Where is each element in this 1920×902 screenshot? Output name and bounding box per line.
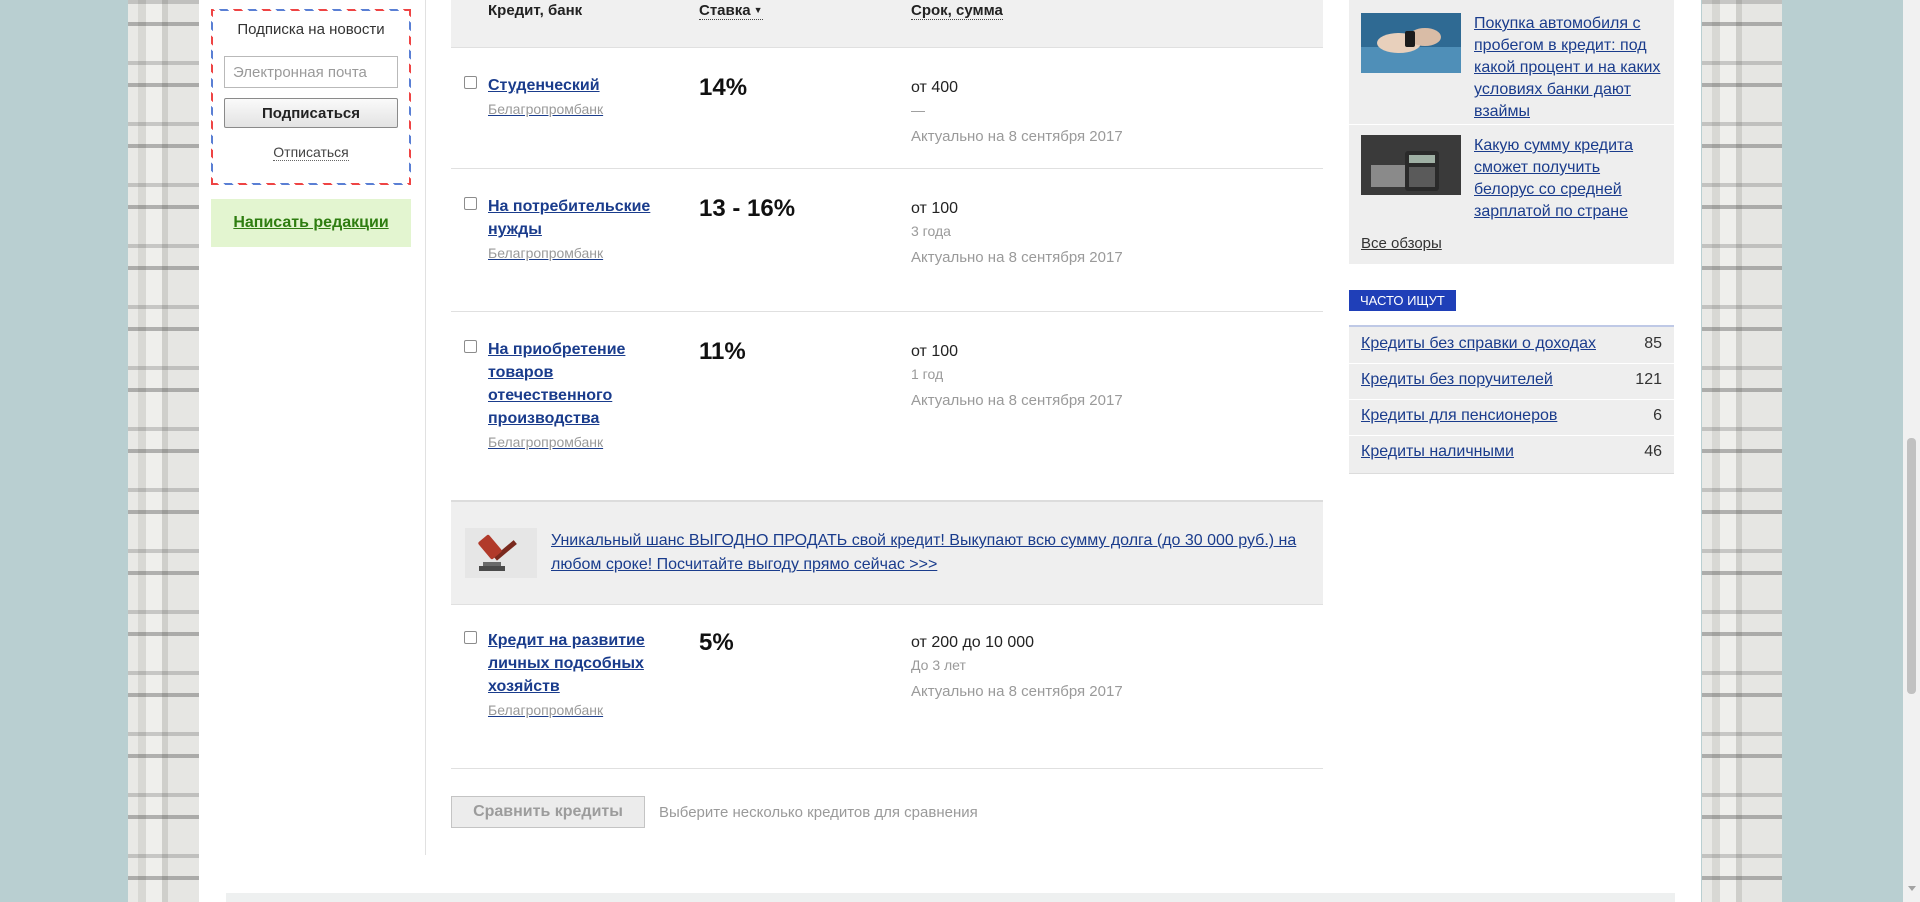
often-link[interactable]: Кредиты без поручителей [1361, 371, 1553, 389]
table-row: На приобретение товаров отечественного п… [451, 312, 1323, 499]
scrollbar-thumb[interactable] [1907, 438, 1916, 694]
credit-amount: от 100 [911, 200, 959, 217]
credit-name-link[interactable]: Кредит на развитие личных подсобных хозя… [488, 632, 645, 695]
review-thumbnail-car-keys[interactable] [1361, 13, 1461, 73]
actual-date: Актуально на 8 сентября 2017 [911, 249, 1123, 266]
credit-name-link[interactable]: На потребительские нужды [488, 198, 650, 238]
newsletter-subscribe-box: Подписка на новости Подписаться Отписать… [211, 9, 411, 185]
credit-rate: 14% [699, 74, 748, 101]
credit-terms: от 100 3 года Актуально на 8 сентября 20… [911, 197, 1123, 269]
often-searched-badge: Часто ищут [1349, 290, 1456, 311]
review-thumbnail-calculator[interactable] [1361, 135, 1461, 195]
email-input[interactable] [224, 56, 398, 88]
unsubscribe-link[interactable]: Отписаться [273, 144, 349, 161]
list-item: Кредиты без поручителей 121 [1349, 363, 1674, 400]
vertical-scrollbar[interactable] [1903, 0, 1920, 902]
credit-terms: от 400 — Актуально на 8 сентября 2017 [911, 76, 1123, 148]
credits-table: Кредит, банк Ставка ▼ Срок, сумма Студенч… [451, 0, 1323, 855]
background-birch-left [128, 0, 208, 902]
bank-name: Белагропромбанк [488, 702, 604, 718]
often-link[interactable]: Кредиты наличными [1361, 443, 1514, 461]
write-editor-box: Написать редакции [211, 199, 411, 247]
review-item: Покупка автомобиля с пробегом в кредит: … [1361, 13, 1666, 123]
page: Подписка на новости Подписаться Отписать… [199, 0, 1701, 902]
review-link[interactable]: Покупка автомобиля с пробегом в кредит: … [1474, 13, 1664, 123]
credit-rate: 11% [699, 338, 746, 365]
left-sidebar: Подписка на новости Подписаться Отписать… [199, 0, 426, 855]
table-row: Студенческий Белагропромбанк 14% от 400 … [451, 48, 1323, 169]
compare-checkbox[interactable] [464, 340, 477, 353]
compare-checkbox[interactable] [464, 197, 477, 210]
credit-rate: 5% [699, 629, 734, 656]
credit-terms: от 200 до 10 000 До 3 лет Актуально на 8… [911, 631, 1123, 703]
compare-credits-button[interactable]: Сравнить кредиты [451, 796, 645, 828]
often-count: 121 [1635, 371, 1662, 388]
compare-checkbox[interactable] [464, 76, 477, 89]
reviews-block: Покупка автомобиля с пробегом в кредит: … [1349, 0, 1674, 264]
footer-strip [226, 893, 1675, 902]
credit-period: До 3 лет [911, 657, 966, 673]
divider [1349, 124, 1674, 125]
often-link[interactable]: Кредиты для пенсионеров [1361, 407, 1557, 425]
newsletter-title: Подписка на новости [237, 21, 385, 38]
table-row: На потребительские нужды Белагропромбанк… [451, 169, 1323, 312]
credit-period: 1 год [911, 366, 944, 382]
actual-date: Актуально на 8 сентября 2017 [911, 683, 1123, 700]
often-count: 85 [1644, 335, 1662, 352]
credit-amount: от 200 до 10 000 [911, 634, 1035, 651]
actual-date: Актуально на 8 сентября 2017 [911, 392, 1123, 409]
scroll-down-arrow-icon[interactable] [1908, 886, 1916, 891]
often-count: 6 [1653, 407, 1662, 424]
often-count: 46 [1644, 443, 1662, 460]
list-item: Кредиты наличными 46 [1349, 435, 1674, 471]
often-searched-list: Кредиты без справки о доходах 85 Кредиты… [1349, 325, 1674, 474]
credit-name-container: Кредит на развитие личных подсобных хозя… [488, 629, 658, 722]
background-birch-right [1702, 0, 1782, 902]
gavel-icon [465, 528, 537, 578]
credit-period: 3 года [911, 223, 951, 239]
review-item: Какую сумму кредита сможет получить бело… [1361, 135, 1666, 225]
bank-name: Белагропромбанк [488, 245, 604, 261]
promo-link[interactable]: Уникальный шанс ВЫГОДНО ПРОДАТЬ свой кре… [551, 529, 1311, 577]
credit-name-container: Студенческий Белагропромбанк [488, 74, 658, 121]
all-reviews-link[interactable]: Все обзоры [1361, 235, 1442, 252]
table-header: Кредит, банк Ставка ▼ Срок, сумма [451, 0, 1323, 48]
actual-date: Актуально на 8 сентября 2017 [911, 128, 1123, 145]
header-credit-bank: Кредит, банк [488, 2, 583, 19]
list-item: Кредиты без справки о доходах 85 [1349, 327, 1674, 364]
credit-amount: от 400 [911, 79, 959, 96]
compare-hint: Выберите несколько кредитов для сравнени… [659, 804, 978, 821]
caret-down-icon: ▼ [753, 5, 763, 15]
subscribe-button[interactable]: Подписаться [224, 98, 398, 128]
header-rate-label: Ставка [699, 2, 751, 19]
credit-rate: 13 - 16% [699, 195, 796, 222]
credit-name-link[interactable]: На приобретение товаров отечественного п… [488, 341, 625, 427]
list-item: Кредиты для пенсионеров 6 [1349, 399, 1674, 436]
credit-name-link[interactable]: Студенческий [488, 77, 600, 94]
review-link[interactable]: Какую сумму кредита сможет получить бело… [1474, 135, 1664, 223]
header-term-sum-sort[interactable]: Срок, сумма [911, 2, 1003, 20]
credit-amount: от 100 [911, 343, 959, 360]
credit-period: — [911, 102, 925, 118]
bank-name: Белагропромбанк [488, 101, 604, 117]
table-row: Кредит на развитие личных подсобных хозя… [451, 603, 1323, 769]
header-rate-sort[interactable]: Ставка ▼ [699, 2, 763, 20]
compare-checkbox[interactable] [464, 631, 477, 644]
credit-name-container: На приобретение товаров отечественного п… [488, 338, 658, 454]
often-link[interactable]: Кредиты без справки о доходах [1361, 335, 1596, 353]
promo-banner: Уникальный шанс ВЫГОДНО ПРОДАТЬ свой кре… [451, 500, 1323, 605]
bank-name: Белагропромбанк [488, 434, 604, 450]
write-editor-link[interactable]: Написать редакции [233, 214, 388, 231]
credit-terms: от 100 1 год Актуально на 8 сентября 201… [911, 340, 1123, 412]
credit-name-container: На потребительские нужды Белагропромбанк [488, 195, 658, 265]
